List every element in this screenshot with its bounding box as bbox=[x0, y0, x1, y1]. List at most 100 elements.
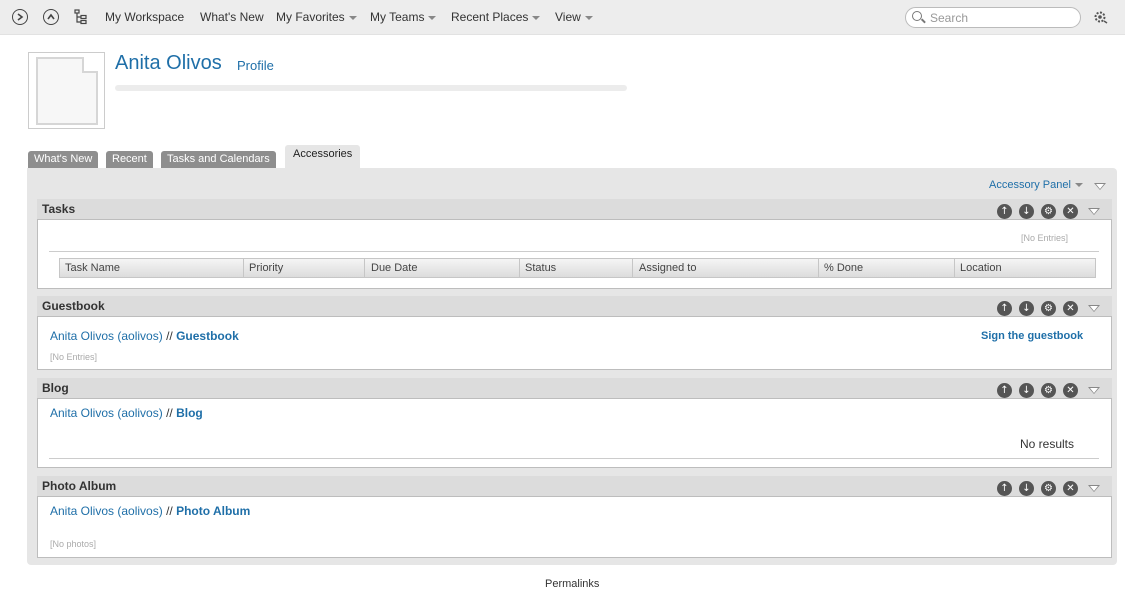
search-icon bbox=[912, 11, 922, 21]
sign-guestbook-link[interactable]: Sign the guestbook bbox=[981, 330, 1083, 342]
gear-icon[interactable] bbox=[1094, 10, 1108, 24]
owner-link[interactable]: Anita Olivos (aolivos) bbox=[50, 406, 163, 420]
guestbook-body: Anita Olivos (aolivos) // Guestbook Sign… bbox=[37, 316, 1112, 370]
nav-view-label: View bbox=[555, 10, 581, 24]
column-priority[interactable]: Priority bbox=[249, 262, 283, 274]
chevron-down-icon bbox=[348, 15, 357, 20]
guestbook-breadcrumb: Anita Olivos (aolivos) // Guestbook bbox=[50, 329, 239, 343]
gear-icon[interactable]: ⚙ bbox=[1041, 383, 1056, 398]
close-icon[interactable]: ✕ bbox=[1063, 301, 1078, 316]
photo-album-breadcrumb: Anita Olivos (aolivos) // Photo Album bbox=[50, 504, 250, 518]
guestbook-no-entries: [No Entries] bbox=[50, 352, 98, 362]
guestbook-title: Guestbook bbox=[42, 299, 105, 313]
accessory-panel-label: Accessory Panel bbox=[989, 179, 1071, 191]
search-input[interactable]: Search bbox=[905, 7, 1081, 28]
profile-name[interactable]: Anita Olivos bbox=[115, 52, 222, 75]
collapse-icon[interactable] bbox=[1088, 387, 1100, 394]
nav-my-workspace[interactable]: My Workspace bbox=[105, 10, 184, 24]
guestbook-header: Guestbook ↑ ↓ ⚙ ✕ bbox=[37, 296, 1112, 316]
blog-body: Anita Olivos (aolivos) // Blog No result… bbox=[37, 398, 1112, 468]
top-navigation-bar: My Workspace What's New My Favorites My … bbox=[0, 0, 1125, 35]
nav-my-favorites-label: My Favorites bbox=[276, 10, 345, 24]
gear-icon[interactable]: ⚙ bbox=[1041, 204, 1056, 219]
breadcrumb-separator: // bbox=[166, 329, 173, 343]
breadcrumb-separator: // bbox=[166, 406, 173, 420]
tab-accessories[interactable]: Accessories bbox=[285, 145, 361, 168]
move-down-icon[interactable]: ↓ bbox=[1019, 204, 1034, 219]
move-up-icon[interactable]: ↑ bbox=[997, 481, 1012, 496]
nav-my-favorites[interactable]: My Favorites bbox=[276, 10, 357, 24]
photo-album-body: Anita Olivos (aolivos) // Photo Album [N… bbox=[37, 496, 1112, 558]
chevron-down-icon bbox=[532, 15, 541, 20]
chevron-down-icon bbox=[428, 15, 437, 20]
move-up-icon[interactable]: ↑ bbox=[997, 383, 1012, 398]
close-icon[interactable]: ✕ bbox=[1063, 204, 1078, 219]
placeholder-image-icon bbox=[36, 57, 98, 125]
profile-status-bar bbox=[115, 85, 627, 91]
expand-right-icon[interactable] bbox=[12, 9, 28, 25]
tab-whats-new[interactable]: What's New bbox=[28, 151, 99, 168]
blog-header: Blog ↑ ↓ ⚙ ✕ bbox=[37, 378, 1112, 398]
tab-recent[interactable]: Recent bbox=[106, 151, 153, 168]
nav-my-teams-label: My Teams bbox=[370, 10, 425, 24]
search-placeholder: Search bbox=[930, 11, 969, 25]
photo-album-title: Photo Album bbox=[42, 479, 117, 493]
guestbook-link[interactable]: Guestbook bbox=[176, 329, 239, 343]
nav-view[interactable]: View bbox=[555, 10, 593, 24]
move-down-icon[interactable]: ↓ bbox=[1019, 383, 1034, 398]
blog-link[interactable]: Blog bbox=[176, 406, 203, 420]
move-down-icon[interactable]: ↓ bbox=[1019, 481, 1034, 496]
column-divider bbox=[954, 259, 955, 278]
tasks-no-entries: [No Entries] bbox=[1021, 233, 1069, 243]
column-divider bbox=[818, 259, 819, 278]
gear-icon[interactable]: ⚙ bbox=[1041, 301, 1056, 316]
breadcrumb-separator: // bbox=[166, 504, 173, 518]
column-status[interactable]: Status bbox=[525, 262, 556, 274]
nav-whats-new[interactable]: What's New bbox=[200, 10, 264, 24]
nav-my-teams[interactable]: My Teams bbox=[370, 10, 437, 24]
divider bbox=[49, 251, 1099, 252]
blog-title: Blog bbox=[42, 381, 69, 395]
collapse-icon[interactable] bbox=[1088, 485, 1100, 492]
collapse-up-icon[interactable] bbox=[43, 9, 59, 25]
photo-album-header: Photo Album ↑ ↓ ⚙ ✕ bbox=[37, 476, 1112, 496]
photo-album-no-photos: [No photos] bbox=[50, 539, 97, 549]
close-icon[interactable]: ✕ bbox=[1063, 481, 1078, 496]
close-icon[interactable]: ✕ bbox=[1063, 383, 1078, 398]
column-assigned-to[interactable]: Assigned to bbox=[639, 262, 696, 274]
panel-collapse-icon[interactable] bbox=[1094, 183, 1106, 190]
move-up-icon[interactable]: ↑ bbox=[997, 204, 1012, 219]
column-percent-done[interactable]: % Done bbox=[824, 262, 863, 274]
column-divider bbox=[519, 259, 520, 278]
move-up-icon[interactable]: ↑ bbox=[997, 301, 1012, 316]
tab-tasks-and-calendars[interactable]: Tasks and Calendars bbox=[161, 151, 276, 168]
accessory-panel-menu[interactable]: Accessory Panel bbox=[989, 179, 1083, 191]
profile-photo bbox=[28, 52, 105, 129]
tasks-header: Tasks ↑ ↓ ⚙ ✕ bbox=[37, 199, 1112, 219]
move-down-icon[interactable]: ↓ bbox=[1019, 301, 1034, 316]
collapse-icon[interactable] bbox=[1088, 305, 1100, 312]
column-due-date[interactable]: Due Date bbox=[371, 262, 417, 274]
tasks-table-header: Task Name Priority Due Date Status Assig… bbox=[59, 258, 1096, 278]
column-divider bbox=[243, 259, 244, 278]
profile-link[interactable]: Profile bbox=[237, 58, 274, 73]
nav-recent-places-label: Recent Places bbox=[451, 10, 529, 24]
owner-link[interactable]: Anita Olivos (aolivos) bbox=[50, 329, 163, 343]
blog-breadcrumb: Anita Olivos (aolivos) // Blog bbox=[50, 406, 203, 420]
nav-recent-places[interactable]: Recent Places bbox=[451, 10, 541, 24]
permalinks-link[interactable]: Permalinks bbox=[545, 578, 599, 590]
tasks-body: [No Entries] bbox=[37, 219, 1112, 289]
blog-no-results: No results bbox=[1020, 437, 1075, 451]
tasks-title: Tasks bbox=[42, 202, 76, 216]
site-tree-icon[interactable] bbox=[74, 9, 88, 25]
column-task-name[interactable]: Task Name bbox=[65, 262, 120, 274]
photo-album-link[interactable]: Photo Album bbox=[176, 504, 250, 518]
gear-icon[interactable]: ⚙ bbox=[1041, 481, 1056, 496]
column-location[interactable]: Location bbox=[960, 262, 1002, 274]
column-divider bbox=[364, 259, 365, 278]
collapse-icon[interactable] bbox=[1088, 208, 1100, 215]
chevron-down-icon bbox=[584, 15, 593, 20]
divider bbox=[49, 458, 1099, 459]
column-divider bbox=[632, 259, 633, 278]
owner-link[interactable]: Anita Olivos (aolivos) bbox=[50, 504, 163, 518]
